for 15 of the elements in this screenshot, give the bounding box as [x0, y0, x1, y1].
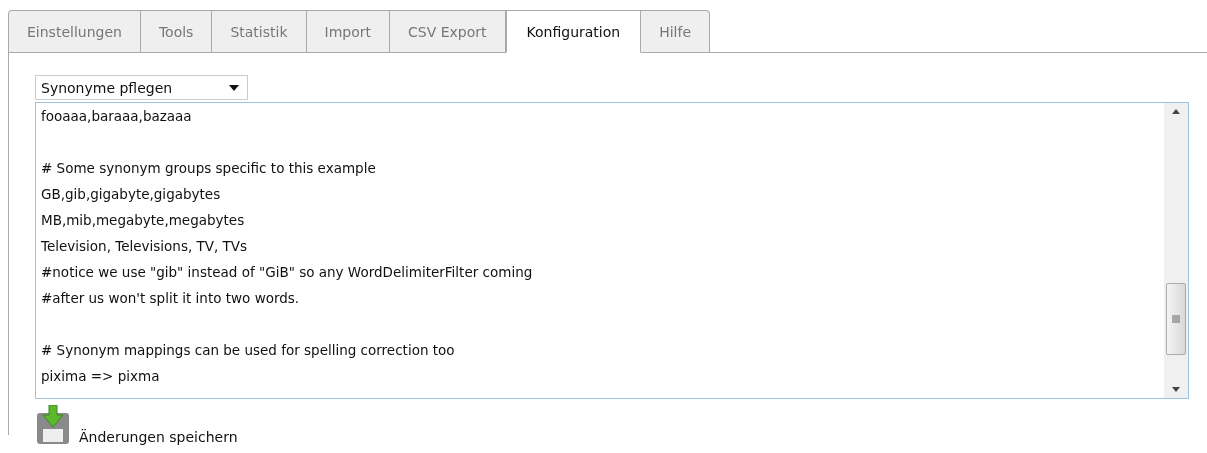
up-arrow-icon — [1172, 109, 1180, 114]
scrollbar[interactable] — [1164, 103, 1188, 398]
down-arrow-icon — [1172, 387, 1180, 392]
save-button[interactable]: Änderungen speichern — [35, 405, 238, 445]
tab[interactable]: CSV Export — [390, 10, 506, 52]
tab[interactable]: Tools — [140, 10, 213, 52]
caret-icon — [229, 84, 239, 91]
tab[interactable]: Hilfe — [641, 10, 711, 52]
text-area[interactable]: fooaaa,baraaa,bazaaa # Some synonym groups specific to this example GB,gib,gigabyte,gigabytes MB,mib,megabyte,megabytes Television, Televisions, TV, TVs #notice we use "gib" instead of "GiB" so any WordDelimiterFilter coming #after us won't split it into two words. # Synonym mappings can be used for spelling correction too pixima => pixma — [35, 102, 1189, 399]
scroll-thumb[interactable] — [1166, 283, 1186, 355]
tab[interactable]: Konfiguration — [505, 10, 642, 53]
tab[interactable]: Import — [306, 10, 390, 52]
dropdown[interactable]: Synonyme pflegen — [35, 75, 248, 100]
tab[interactable]: Einstellungen — [8, 10, 141, 52]
tab[interactable]: Statistik — [212, 10, 307, 52]
